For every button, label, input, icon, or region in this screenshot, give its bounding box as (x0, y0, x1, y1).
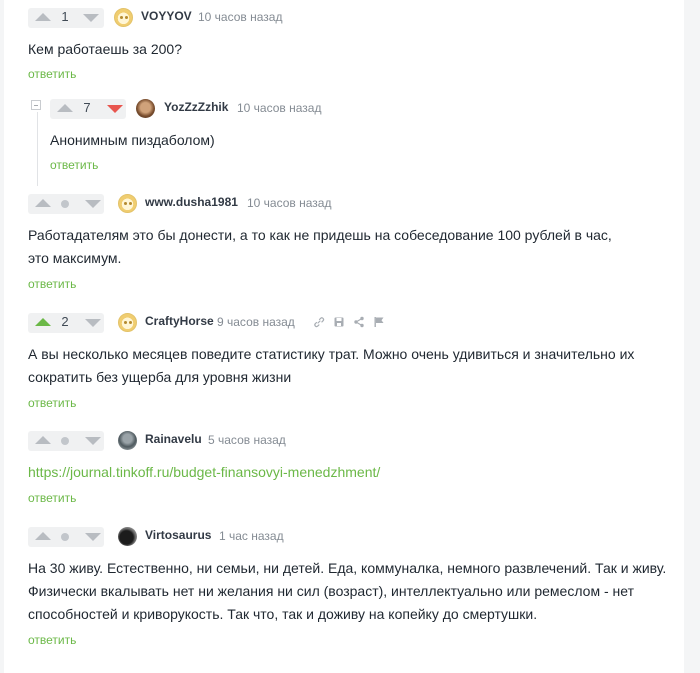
comment-craftyhorse: 2 CraftyHorse 9 часов назад А вы несколь… (28, 313, 668, 413)
arrow-up-icon[interactable] (35, 199, 51, 207)
comment-text: Работадателям это бы донести, а то как н… (28, 224, 668, 270)
comment-header: Rainavelu 5 часов назад (28, 431, 648, 451)
comment-text-line: сократить без ущерба для уровня жизни (28, 369, 292, 385)
link-icon[interactable] (313, 316, 325, 328)
arrow-up-icon[interactable] (57, 104, 73, 112)
arrow-up-icon[interactable] (35, 436, 51, 444)
arrow-down-icon[interactable] (85, 200, 101, 208)
arrow-down-icon[interactable] (83, 14, 99, 22)
share-icon[interactable] (353, 316, 365, 328)
collapse-branch-icon[interactable] (31, 100, 41, 110)
comment-time[interactable]: 1 час назад (219, 529, 284, 543)
comment-yozzzzzhik: 7 YozZzZzhik 10 часов назад Анонимным пи… (50, 99, 670, 179)
rating-hidden-dot (61, 533, 69, 541)
reply-link[interactable]: ответить (28, 67, 76, 81)
author-name[interactable]: YozZzZzhik (164, 100, 228, 114)
author-name[interactable]: VOYYOV (141, 9, 192, 23)
arrow-up-icon[interactable] (35, 532, 51, 540)
comment-text-line: Физически вкалывать нет ни желания ни си… (28, 583, 634, 599)
reply-link[interactable]: ответить (50, 158, 98, 172)
comment-header: 7 YozZzZzhik 10 часов назад (50, 99, 670, 119)
comment-header: 1 VOYYOV 10 часов назад (28, 8, 648, 28)
rating-score: 7 (83, 100, 91, 115)
arrow-up-icon[interactable] (35, 13, 51, 21)
avatar[interactable] (118, 527, 137, 546)
arrow-up-icon[interactable] (35, 318, 51, 326)
avatar[interactable] (114, 8, 133, 27)
comment-voyyov: 1 VOYYOV 10 часов назад Кем работаешь за… (28, 8, 668, 88)
comment-text-line: На 30 живу. Естественно, ни семьи, ни де… (28, 560, 667, 576)
rating-score: 2 (61, 314, 69, 329)
rating-hidden-dot (61, 200, 69, 208)
rating-score: 1 (61, 9, 69, 24)
branch-line[interactable] (37, 112, 38, 186)
avatar[interactable] (118, 431, 137, 450)
comment-header: www.dusha1981 10 часов назад (28, 194, 648, 214)
comment-text: https://journal.tinkoff.ru/budget-finans… (28, 461, 668, 484)
comment-text-line: способностей и криворукость. Так что, та… (28, 606, 538, 622)
comment-rainavelu: Rainavelu 5 часов назад https://journal.… (28, 431, 668, 511)
comment-text: Кем работаешь за 200? (28, 41, 183, 57)
flag-icon[interactable] (373, 316, 385, 328)
comments-section: 1 VOYYOV 10 часов назад Кем работаешь за… (4, 0, 684, 673)
avatar[interactable] (118, 313, 137, 332)
comment-header: 2 CraftyHorse 9 часов назад (28, 313, 648, 333)
arrow-down-icon[interactable] (85, 533, 101, 541)
comment-time[interactable]: 10 часов назад (247, 196, 331, 210)
avatar[interactable] (118, 194, 137, 213)
save-icon[interactable] (333, 316, 345, 328)
arrow-down-icon[interactable] (107, 105, 123, 113)
comment-time[interactable]: 10 часов назад (237, 101, 321, 115)
comment-text: Анонимным пиздаболом) (50, 132, 215, 148)
reply-link[interactable]: ответить (28, 277, 76, 291)
author-name[interactable]: Rainavelu (145, 432, 202, 446)
author-name[interactable]: Virtosaurus (145, 528, 211, 542)
comment-text-line: А вы несколько месяцев поведите статисти… (28, 346, 635, 362)
arrow-down-icon[interactable] (85, 319, 101, 327)
reply-link[interactable]: ответить (28, 633, 76, 647)
comment-text-line: Работадателям это бы донести, а то как н… (28, 227, 612, 243)
author-name[interactable]: CraftyHorse (145, 314, 214, 328)
comment-time[interactable]: 5 часов назад (208, 433, 286, 447)
avatar[interactable] (136, 99, 155, 118)
comment-time[interactable]: 10 часов назад (198, 10, 282, 24)
rating-hidden-dot (61, 437, 69, 445)
comment-header: Virtosaurus 1 час назад (28, 527, 648, 547)
comment-time[interactable]: 9 часов назад (217, 315, 295, 329)
reply-link[interactable]: ответить (28, 491, 76, 505)
comment-text: На 30 живу. Естественно, ни семьи, ни де… (28, 557, 678, 626)
reply-link[interactable]: ответить (28, 396, 76, 410)
comment-dusha1981: www.dusha1981 10 часов назад Работадател… (28, 194, 668, 294)
comment-text: А вы несколько месяцев поведите статисти… (28, 343, 668, 389)
comment-text-line: это максимум. (28, 250, 122, 266)
comment-virtosaurus: Virtosaurus 1 час назад На 30 живу. Есте… (28, 527, 678, 657)
external-link[interactable]: https://journal.tinkoff.ru/budget-finans… (28, 464, 380, 480)
arrow-down-icon[interactable] (85, 437, 101, 445)
author-name[interactable]: www.dusha1981 (145, 195, 238, 209)
